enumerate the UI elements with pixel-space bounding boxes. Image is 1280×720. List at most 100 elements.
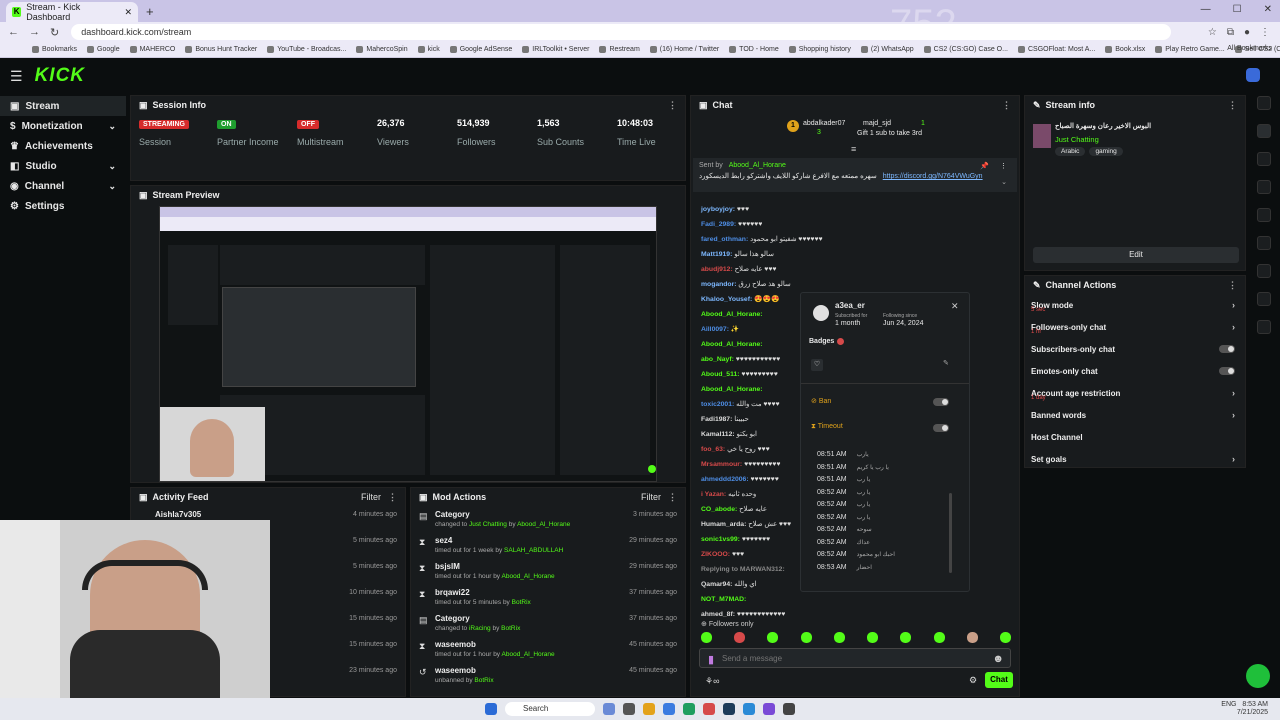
whatsapp-float-icon[interactable]	[1246, 664, 1270, 688]
expand-icon[interactable]	[1257, 264, 1271, 278]
pin-link[interactable]: https://discord.gg/N764VWuGyn	[883, 173, 983, 180]
more-icon[interactable]: ⋮	[1260, 27, 1270, 38]
emote-icon[interactable]	[800, 632, 812, 643]
taskbar-app-icon[interactable]	[723, 703, 735, 715]
channel-action-host-channel[interactable]: Host Channel	[1025, 426, 1245, 448]
channel-action-set-goals[interactable]: Set goals ›	[1025, 448, 1245, 470]
list-item[interactable]: ⧗ brqawi22 timed out for 5 minutes by BotR…	[411, 584, 685, 610]
url-input[interactable]: dashboard.kick.com/stream	[71, 24, 1172, 40]
channel-action-followers-only-chat[interactable]: Followers-only chat 1 hr ›	[1025, 316, 1245, 338]
sidebar-item-channel[interactable]: ◉ Channel ⌄	[0, 176, 126, 196]
chat-username[interactable]: ZIKOOO:	[701, 551, 730, 558]
chat-username[interactable]: Kamal112:	[701, 431, 735, 438]
chat-username[interactable]: mogandor:	[701, 281, 737, 288]
chat-message[interactable]: abudj912: عايه صلاح ♥♥♥	[691, 262, 1019, 277]
user-card-scrollbar[interactable]	[949, 493, 952, 573]
chat-username[interactable]: toxic2001:	[701, 401, 734, 408]
star-icon[interactable]: ☆	[1208, 27, 1217, 38]
chat-username[interactable]: Qamar94:	[701, 581, 732, 588]
taskbar-app-icon[interactable]	[683, 703, 695, 715]
chat-username[interactable]: ahmeddd2006:	[701, 476, 749, 483]
edit-stream-button[interactable]: Edit	[1033, 247, 1239, 263]
all-bookmarks-button[interactable]: All Bookmarks	[1227, 45, 1272, 52]
forward-icon[interactable]: →	[29, 26, 40, 39]
list-item[interactable]: ⧗ sez4 timed out for 1 week by SALAH_ABDUL…	[411, 532, 685, 558]
stream-category[interactable]: Just Chatting	[1055, 135, 1099, 144]
pin-menu-icon[interactable]: ⋮	[1000, 162, 1007, 170]
chat-username[interactable]: Abood_Al_Horane:	[701, 341, 763, 348]
chat-message[interactable]: mogandor: سالو هذ صلاح زرق	[691, 277, 1019, 292]
chat-username[interactable]: i Yazan:	[701, 491, 726, 498]
taskbar-search[interactable]: Search	[505, 702, 595, 716]
list-item[interactable]: ↺ waseemob unbanned by BotRix 45 minutes ag…	[411, 662, 685, 688]
chat-username[interactable]: joyboyjoy:	[701, 206, 735, 213]
stream-preview-video[interactable]	[159, 206, 657, 482]
hamburger-icon[interactable]: ☰	[10, 68, 23, 85]
chat-username[interactable]: Fadi1987:	[701, 416, 732, 423]
chat-settings-icon[interactable]: ⚘∞	[705, 676, 719, 687]
sidebar-item-settings[interactable]: ⚙ Settings	[0, 196, 126, 216]
bookmark-item[interactable]: kick	[417, 46, 440, 53]
chat-username[interactable]: abo_Nayf:	[701, 356, 734, 363]
browser-tab[interactable]: K Stream - Kick Dashboard ✕	[6, 2, 138, 22]
bookmark-item[interactable]: YouTube - Broadcas...	[267, 46, 346, 53]
emote-icon[interactable]	[867, 632, 879, 643]
emote-icon[interactable]	[833, 632, 845, 643]
stream-tag[interactable]: gaming	[1089, 147, 1123, 156]
mod-username[interactable]: BotRix	[474, 677, 493, 684]
channel-action-subscribers-only-chat[interactable]: Subscribers-only chat	[1025, 338, 1245, 360]
bookmark-item[interactable]: MAHERCO	[129, 46, 175, 53]
taskbar-app-icon[interactable]	[623, 703, 635, 715]
bookmark-item[interactable]: Bonus Hunt Tracker	[185, 46, 257, 53]
bookmark-item[interactable]: Play Retro Game...	[1155, 46, 1225, 53]
taskbar-app-icon[interactable]	[643, 703, 655, 715]
mod-username[interactable]: SALAH_ABDULLAH	[504, 547, 563, 554]
share-icon[interactable]	[1257, 320, 1271, 334]
bookmark-item[interactable]: Book.xlsx	[1105, 46, 1145, 53]
gear-icon[interactable]: ⚙	[969, 675, 977, 686]
chat-send-button[interactable]: Chat	[985, 672, 1013, 688]
taskbar-app-icon[interactable]	[703, 703, 715, 715]
sidebar-item-achievements[interactable]: ♛ Achievements	[0, 136, 126, 156]
channel-action-banned-words[interactable]: Banned words ›	[1025, 404, 1245, 426]
taskbar-app-icon[interactable]	[763, 703, 775, 715]
ban-toggle[interactable]	[933, 398, 949, 406]
emote-icon[interactable]	[999, 632, 1011, 643]
activity-menu-icon[interactable]: ⋮	[388, 492, 397, 503]
channel-action-account-age-restriction[interactable]: Account age restriction 1 day ›	[1025, 382, 1245, 404]
emote-icon[interactable]	[966, 632, 978, 643]
bookmark-item[interactable]: MahercoSpin	[356, 46, 408, 53]
taskbar-app-icon[interactable]	[743, 703, 755, 715]
sidebar-item-monetization[interactable]: $ Monetization ⌄	[0, 116, 126, 136]
top-gifter-1[interactable]: abdalkader07	[803, 120, 845, 127]
chat-username[interactable]: Matt1919:	[701, 251, 732, 258]
user-card-username[interactable]: a3ea_er	[835, 301, 865, 310]
close-tab-icon[interactable]: ✕	[124, 7, 132, 18]
chat-username[interactable]: ahmed_8f:	[701, 611, 735, 618]
profile-icon[interactable]: ●	[1244, 27, 1250, 38]
chat-username[interactable]: Abood_Al_Horane:	[701, 386, 763, 393]
taskbar-app-icon[interactable]	[663, 703, 675, 715]
bookmark-item[interactable]: Google	[87, 46, 120, 53]
chat-username[interactable]: fared_othman:	[701, 236, 748, 243]
bolt-icon[interactable]	[1257, 180, 1271, 194]
activity-filter-button[interactable]: Filter	[361, 492, 381, 502]
list-item[interactable]: ▤ Category changed to iRacing by BotRix 37 …	[411, 610, 685, 636]
bookmark-item[interactable]: CS2 (CS:GO) Case O...	[923, 46, 1008, 53]
taskbar-app-icon[interactable]	[783, 703, 795, 715]
chat-message[interactable]: fared_othman: شفيتو ابو محمود ♥♥♥♥♥♥	[691, 232, 1019, 247]
mod-menu-icon[interactable]: ⋮	[668, 492, 677, 503]
mod-username[interactable]: Abood_Al_Horane	[517, 521, 570, 528]
heart-icon[interactable]: ♡	[811, 359, 823, 371]
maximize-icon[interactable]: ☐	[1233, 4, 1242, 15]
minimize-icon[interactable]: —	[1201, 4, 1211, 15]
stream-info-menu-icon[interactable]: ⋮	[1228, 100, 1237, 111]
close-icon[interactable]	[1257, 152, 1271, 166]
taskbar-app-icon[interactable]	[603, 703, 615, 715]
stream-tag[interactable]: Arabic	[1055, 147, 1086, 156]
emote-icon[interactable]	[767, 632, 779, 643]
top-gifter-2[interactable]: majd_sjd	[863, 120, 891, 127]
chat-menu-icon[interactable]: ⋮	[1002, 100, 1011, 111]
bookmark-item[interactable]: Bookmarks	[32, 46, 77, 53]
mod-filter-button[interactable]: Filter	[641, 492, 661, 502]
